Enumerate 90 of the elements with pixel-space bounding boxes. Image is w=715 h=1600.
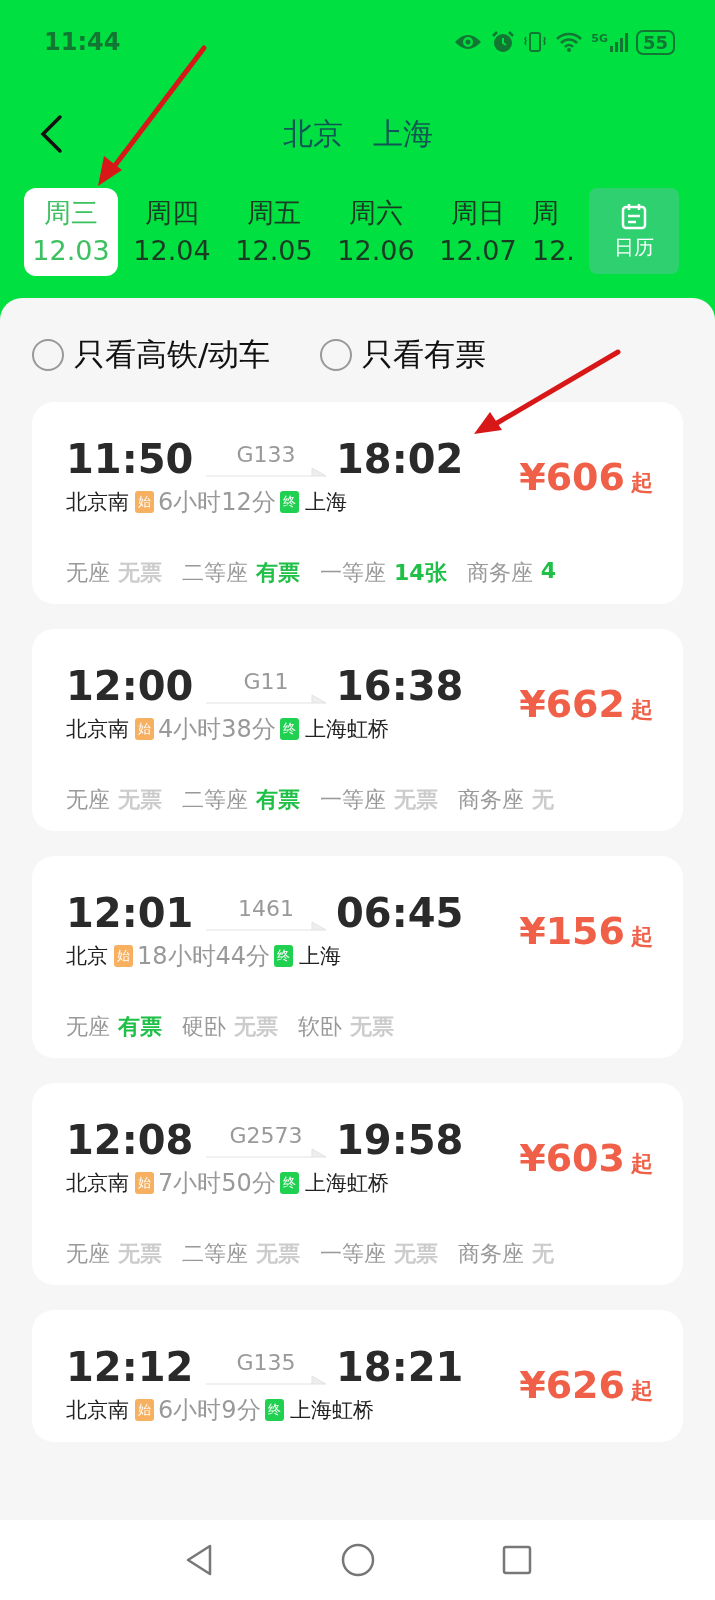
date-tab[interactable]: 周五 12.05 [226,188,322,276]
seat-class: 商务座 [466,559,533,587]
arrival-station: 上海虹桥 [304,716,389,743]
status-time: 11:44 [44,28,121,56]
seat-status: 14张 [394,559,447,587]
vibrate-icon [523,30,548,54]
departure-time: 12:08 [66,1117,195,1163]
price: ¥606 [519,455,625,499]
seat-status: 有票 [118,1013,162,1041]
seat-class: 一等座 [320,559,386,587]
end-tag: 终 [274,945,294,967]
battery-level: 55 [635,29,675,55]
price: ¥156 [519,909,625,953]
arrival-time: 18:02 [336,436,465,482]
train-card[interactable]: 12:12 G135 18:21 北京南 始 6小时9分 终 上海虹桥 ¥626 起 [32,1310,683,1442]
train-number: G11 [243,668,289,694]
end-tag: 终 [279,1172,299,1194]
seat-class: 无座 [66,1013,110,1041]
train-number: G2573 [229,1122,303,1148]
seat-class: 商务座 [458,786,524,814]
seat-class: 一等座 [320,786,386,814]
departure-time: 12:00 [66,663,195,709]
seat-class: 二等座 [182,1240,248,1268]
price-suffix: 起 [631,1377,653,1405]
arrival-time: 16:38 [336,663,465,709]
date-tab[interactable]: 周四 12.04 [124,188,220,276]
start-tag: 始 [135,491,154,513]
departure-time: 11:50 [66,436,195,482]
arrival-station: 上海虹桥 [289,1397,374,1424]
duration: 6小时12分 [158,487,276,518]
price-suffix: 起 [631,923,653,951]
train-number: 1461 [238,895,294,921]
arrival-time: 19:58 [336,1117,465,1163]
duration: 4小时38分 [158,714,276,745]
start-tag: 始 [135,718,154,740]
departure-station: 北京 [66,943,108,970]
seat-class: 二等座 [182,786,248,814]
recents-nav-icon[interactable] [501,1545,532,1575]
arrival-station: 上海 [299,943,342,970]
seat-class: 硬卧 [182,1013,226,1041]
duration: 7小时50分 [158,1168,276,1199]
start-tag: 始 [135,1172,154,1194]
arrival-time: 06:45 [336,890,465,936]
home-nav-icon[interactable] [340,1543,375,1577]
seat-class: 软卧 [298,1013,342,1041]
train-number: G135 [236,1349,296,1375]
date-tab[interactable]: 周日 12.07 [430,188,526,276]
departure-time: 12:12 [66,1344,195,1390]
start-tag: 始 [135,1399,154,1421]
departure-time: 12:01 [66,890,195,936]
price-suffix: 起 [631,696,653,724]
seat-class: 无座 [66,786,110,814]
start-tag: 始 [114,945,133,967]
route-title: 北京 上海 [282,114,433,153]
end-tag: 终 [279,718,299,740]
date-tab[interactable]: 周 12. [532,188,572,276]
departure-station: 北京南 [66,1170,129,1197]
end-tag: 终 [264,1399,284,1421]
back-icon[interactable] [38,114,64,154]
seat-class: 一等座 [320,1240,386,1268]
duration: 18小时44分 [137,941,271,972]
seat-class: 无座 [66,559,110,587]
duration: 6小时9分 [158,1395,261,1426]
seat-status: 有票 [256,786,300,814]
seat-status: 4 [540,558,556,585]
arrival-station: 上海虹桥 [304,1170,389,1197]
filter-radio[interactable]: 只看有票 [320,334,487,376]
price: ¥603 [519,1136,625,1180]
price-suffix: 起 [631,469,653,497]
wifi-icon [555,31,584,53]
arrival-station: 上海 [304,489,347,516]
price: ¥662 [519,682,625,726]
arrival-time: 18:21 [336,1344,465,1390]
departure-station: 北京南 [66,489,129,516]
train-number: G133 [236,441,296,467]
price-suffix: 起 [631,1150,653,1178]
end-tag: 终 [279,491,299,513]
seat-class: 无座 [66,1240,110,1268]
calendar-icon [621,201,647,230]
network-type: 5G [591,31,608,45]
seat-class: 商务座 [458,1240,524,1268]
filter-radio[interactable]: 只看高铁/动车 [32,334,271,376]
price: ¥626 [519,1363,625,1407]
departure-station: 北京南 [66,716,129,743]
seat-status: 有票 [256,559,300,587]
alarm-icon [491,30,516,54]
seat-class: 二等座 [182,559,248,587]
signal-icon [609,32,628,52]
departure-station: 北京南 [66,1397,129,1424]
date-tab[interactable]: 周六 12.06 [328,188,424,276]
